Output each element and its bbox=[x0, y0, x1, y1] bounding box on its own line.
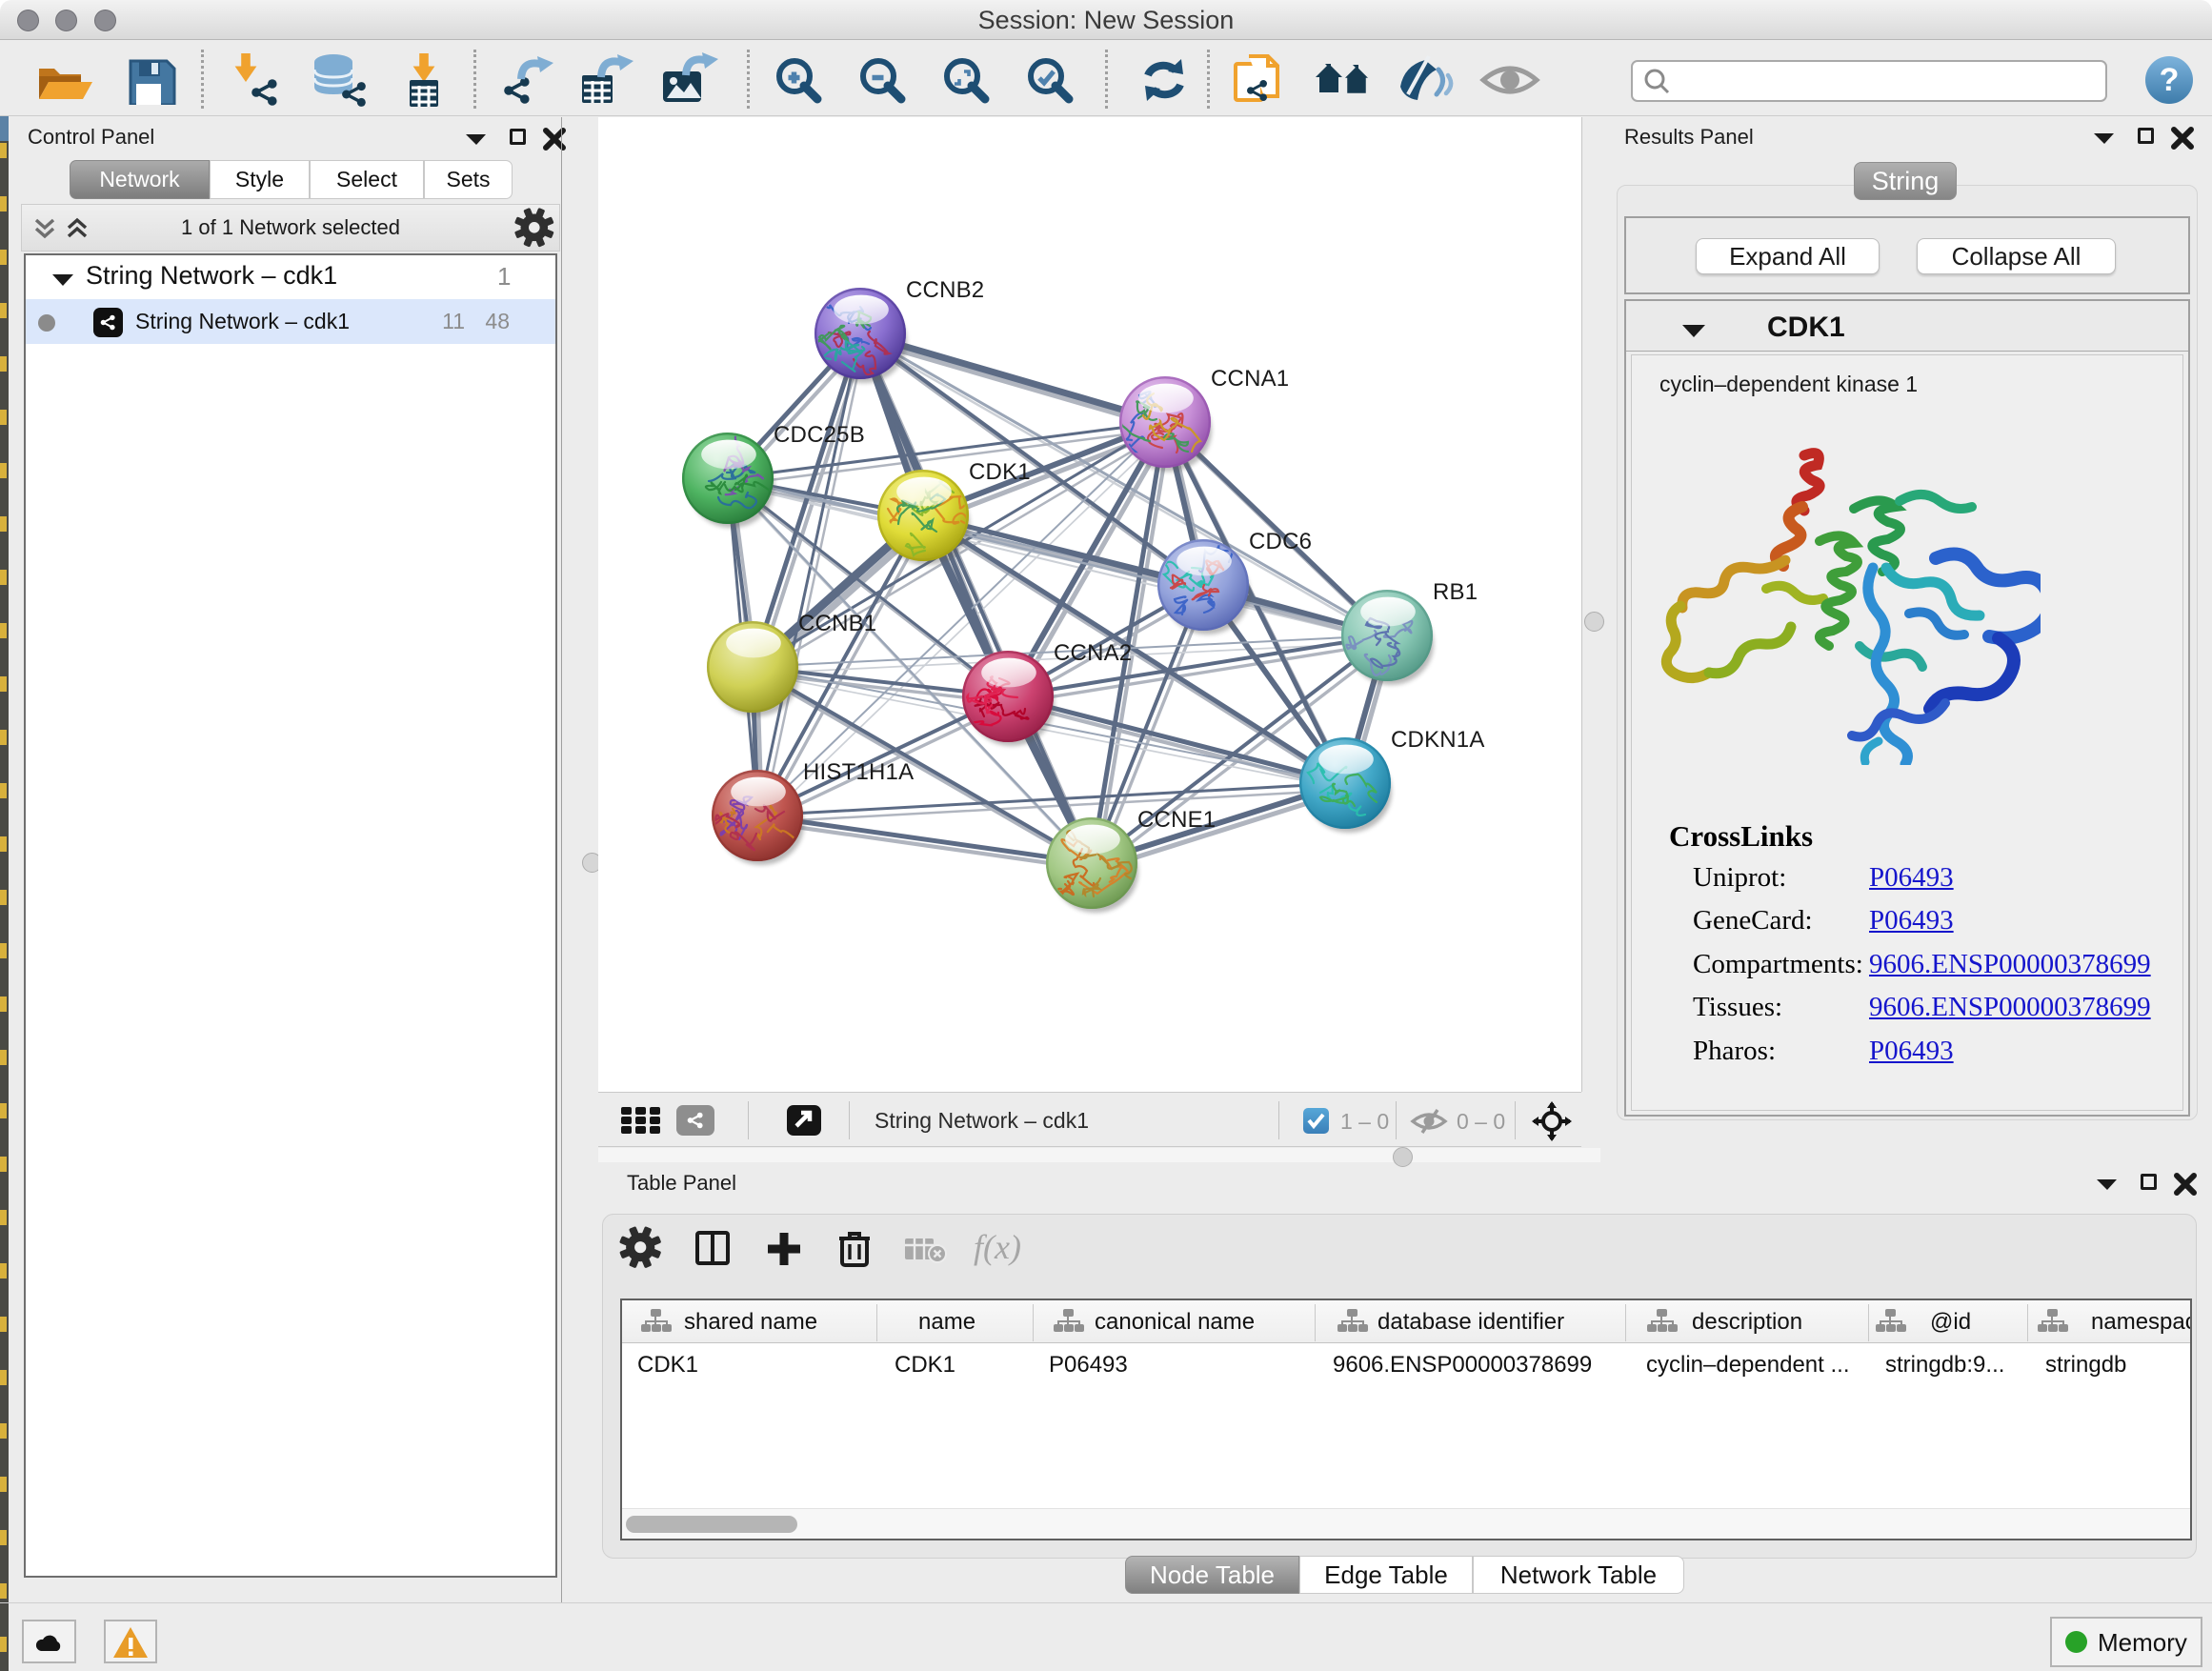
svg-text:CCNA2: CCNA2 bbox=[1054, 640, 1132, 666]
svg-text:CCNA1: CCNA1 bbox=[1211, 366, 1289, 392]
svg-text:CDKN1A: CDKN1A bbox=[1391, 727, 1485, 753]
svg-text:?: ? bbox=[2160, 62, 2180, 98]
svg-text:CCNE1: CCNE1 bbox=[1137, 807, 1216, 833]
svg-text:CDC6: CDC6 bbox=[1249, 529, 1312, 554]
svg-text:CCNB2: CCNB2 bbox=[906, 277, 984, 303]
svg-text:CDK1: CDK1 bbox=[969, 459, 1031, 485]
svg-text:RB1: RB1 bbox=[1433, 579, 1478, 605]
svg-text:CCNB1: CCNB1 bbox=[798, 611, 876, 636]
svg-text:HIST1H1A: HIST1H1A bbox=[803, 759, 914, 785]
svg-text:CDC25B: CDC25B bbox=[774, 422, 865, 448]
